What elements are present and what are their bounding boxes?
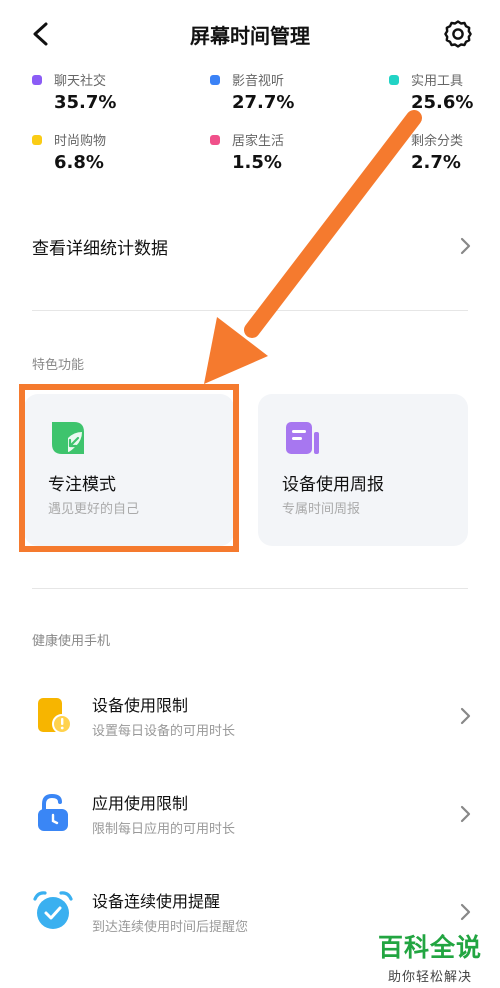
unlock-timer-icon <box>38 793 68 831</box>
stat-label: 时尚购物 <box>54 134 107 149</box>
legend-dot <box>210 74 220 85</box>
item-subtitle: 到达连续使用时间后提醒您 <box>92 920 249 935</box>
legend-dot <box>389 134 399 145</box>
item-title: 设备连续使用提醒 <box>92 892 221 911</box>
stat-value: 35.7% <box>54 92 117 113</box>
stat-value: 25.6% <box>411 92 474 113</box>
category-stats: 聊天社交 35.7% 影音视听 27.7% 实用工具 25.6% 时尚购物 6.… <box>0 66 500 186</box>
legend-dot <box>32 74 42 85</box>
stat-value: 27.7% <box>232 92 295 113</box>
chevron-right-icon <box>460 805 471 823</box>
stat-value: 6.8% <box>54 152 104 173</box>
view-detailed-stats-label: 查看详细统计数据 <box>32 238 168 259</box>
stat-item: 影音视听 27.7% <box>210 70 294 120</box>
highlight-box <box>19 384 239 552</box>
report-book-icon <box>286 422 319 454</box>
section-divider <box>32 310 468 311</box>
stat-item: 实用工具 25.6% <box>389 70 473 120</box>
legend-dot <box>389 74 399 85</box>
view-detailed-stats-row[interactable]: 查看详细统计数据 <box>32 222 472 270</box>
app-usage-limit-row[interactable]: 应用使用限制 限制每日应用的可用时长 <box>32 784 472 844</box>
item-title: 应用使用限制 <box>92 794 189 813</box>
device-limit-icon <box>38 698 72 734</box>
stat-value: 1.5% <box>232 152 282 173</box>
stat-item: 剩余分类 2.7% <box>389 130 463 180</box>
device-usage-limit-row[interactable]: 设备使用限制 设置每日设备的可用时长 <box>32 686 472 746</box>
watermark: 百科全说 助你轻松解决 <box>378 928 482 985</box>
stat-label: 剩余分类 <box>411 134 464 149</box>
features-section-title: 特色功能 <box>32 358 85 373</box>
watermark-tagline: 助你轻松解决 <box>388 970 473 985</box>
card-title: 设备使用周报 <box>282 475 384 495</box>
gear-icon[interactable] <box>442 18 474 50</box>
stat-item: 聊天社交 35.7% <box>32 70 116 120</box>
stat-label: 影音视听 <box>232 74 285 89</box>
stat-label: 居家生活 <box>232 134 285 149</box>
stat-item: 时尚购物 6.8% <box>32 130 106 180</box>
section-divider <box>32 588 468 589</box>
chevron-right-icon <box>460 237 471 255</box>
health-section-title: 健康使用手机 <box>32 634 111 649</box>
item-title: 设备使用限制 <box>92 696 189 715</box>
legend-dot <box>210 134 220 145</box>
legend-dot <box>32 134 42 145</box>
stat-label: 实用工具 <box>411 74 464 89</box>
stat-label: 聊天社交 <box>54 74 107 89</box>
stat-item: 居家生活 1.5% <box>210 130 284 180</box>
item-subtitle: 限制每日应用的可用时长 <box>92 822 236 837</box>
item-subtitle: 设置每日设备的可用时长 <box>92 724 236 739</box>
chevron-right-icon <box>460 903 471 921</box>
alarm-clock-icon <box>33 891 73 929</box>
page-title: 屏幕时间管理 <box>190 24 310 48</box>
stat-value: 2.7% <box>411 152 461 173</box>
chevron-right-icon <box>460 707 471 725</box>
weekly-report-card[interactable]: 设备使用周报 专属时间周报 <box>258 394 468 546</box>
header-bar: 屏幕时间管理 <box>0 0 500 70</box>
watermark-brand: 百科全说 <box>378 933 483 962</box>
card-subtitle: 专属时间周报 <box>282 502 361 517</box>
